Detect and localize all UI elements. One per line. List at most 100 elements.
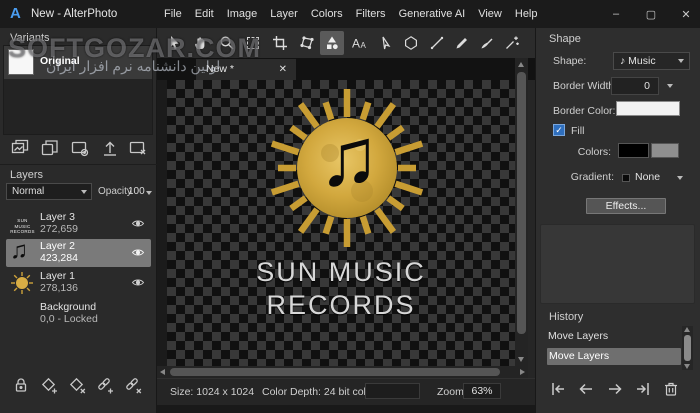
- variants-toolbar: [0, 136, 157, 160]
- horizontal-scrollbar[interactable]: [157, 366, 528, 378]
- border-width-input[interactable]: 0: [611, 77, 659, 95]
- tab-close-icon[interactable]: ✕: [279, 59, 287, 80]
- eye-icon[interactable]: [131, 277, 145, 288]
- delete-variant-icon[interactable]: [128, 138, 148, 158]
- menu-image[interactable]: Image: [226, 6, 259, 22]
- history-scrollbar[interactable]: [682, 326, 693, 370]
- opacity-value[interactable]: 100: [128, 186, 145, 197]
- lock-icon[interactable]: [12, 376, 32, 396]
- chevron-down-icon: [678, 59, 684, 63]
- secondary-color-swatch[interactable]: [651, 143, 679, 158]
- lasso-tool[interactable]: [295, 31, 319, 55]
- shape-select[interactable]: ♪ Music: [613, 52, 690, 70]
- hand-tool[interactable]: [188, 31, 212, 55]
- effects-button[interactable]: Effects...: [586, 198, 666, 214]
- tab-new[interactable]: New * ✕: [196, 59, 296, 80]
- layer-row-3[interactable]: SUN MUSICRECORDS Layer 3 272,659: [6, 210, 151, 238]
- status-color-depth: Color Depth: 24 bit color: [262, 386, 375, 398]
- history-item[interactable]: Move Layers: [548, 330, 608, 342]
- menu-generative-ai[interactable]: Generative AI: [398, 6, 467, 22]
- history-last-icon[interactable]: [634, 380, 654, 400]
- gradient-dropdown-icon[interactable]: [677, 176, 683, 180]
- close-button[interactable]: ✕: [680, 8, 692, 21]
- layer-name: Layer 3: [40, 211, 75, 223]
- scroll-down-icon[interactable]: [684, 364, 690, 369]
- shapes-tool[interactable]: [320, 31, 344, 55]
- unlink-layer-icon[interactable]: [124, 376, 144, 396]
- variant-settings-icon[interactable]: [70, 138, 90, 158]
- variant-thumbnail[interactable]: [8, 49, 34, 75]
- layer-name: Layer 1: [40, 270, 75, 282]
- menu-filters[interactable]: Filters: [355, 6, 387, 22]
- background-layer-row[interactable]: Background 0,0 - Locked: [6, 300, 151, 328]
- scroll-right-icon[interactable]: [520, 369, 525, 375]
- maximize-button[interactable]: ▢: [645, 8, 657, 21]
- zoom-value-box[interactable]: 63%: [463, 383, 501, 399]
- music-note-small-icon: ♪: [620, 55, 625, 67]
- chevron-down-icon: [81, 190, 87, 194]
- scroll-up-icon[interactable]: [684, 327, 690, 332]
- history-navigation: [536, 378, 700, 402]
- menu-file[interactable]: File: [163, 6, 183, 22]
- text-tool[interactable]: AA: [347, 31, 371, 55]
- zoom-tool[interactable]: [215, 31, 239, 55]
- export-variant-icon[interactable]: [100, 138, 120, 158]
- canvas[interactable]: ♫ SUN MUSIC RECORDS: [167, 80, 515, 366]
- layer-row-1[interactable]: Layer 1 278,136: [6, 269, 151, 297]
- minimize-button[interactable]: –: [610, 8, 622, 20]
- tab-label: New *: [206, 63, 234, 75]
- history-header: History: [549, 311, 583, 323]
- eye-icon[interactable]: [131, 247, 145, 258]
- layer-value: 272,659: [40, 223, 78, 235]
- blend-mode-select[interactable]: Normal: [6, 183, 92, 200]
- opacity-dropdown-icon[interactable]: [146, 191, 152, 195]
- border-width-dropdown-icon[interactable]: [667, 84, 673, 88]
- magic-wand-tool[interactable]: [500, 31, 524, 55]
- scroll-up-icon[interactable]: [518, 62, 524, 67]
- menu-layer[interactable]: Layer: [269, 6, 299, 22]
- marquee-select-tool[interactable]: [241, 31, 265, 55]
- brush-tool[interactable]: [475, 31, 499, 55]
- layer-row-2-selected[interactable]: ♫ Layer 2 423,284: [6, 239, 151, 267]
- menu-view[interactable]: View: [477, 6, 503, 22]
- crop-tool[interactable]: [268, 31, 292, 55]
- menu-help[interactable]: Help: [514, 6, 539, 22]
- variants-list[interactable]: Original: [3, 45, 153, 135]
- border-color-swatch[interactable]: [616, 101, 680, 116]
- history-forward-icon[interactable]: [606, 380, 626, 400]
- history-back-icon[interactable]: [577, 380, 597, 400]
- pencil-tool[interactable]: [450, 31, 474, 55]
- history-first-icon[interactable]: [549, 380, 569, 400]
- gradient-select-value[interactable]: None: [635, 171, 660, 183]
- node-select-tool[interactable]: [374, 31, 398, 55]
- duplicate-variant-icon[interactable]: [40, 138, 60, 158]
- scroll-down-icon[interactable]: [518, 357, 524, 362]
- add-layer-icon[interactable]: [40, 376, 60, 396]
- line-tool[interactable]: [425, 31, 449, 55]
- vertical-scrollbar[interactable]: [515, 58, 528, 366]
- menu-edit[interactable]: Edit: [194, 6, 215, 22]
- primary-color-swatch[interactable]: [618, 143, 649, 158]
- vertical-scroll-thumb[interactable]: [517, 72, 526, 334]
- menu-colors[interactable]: Colors: [310, 6, 344, 22]
- eye-icon[interactable]: [131, 218, 145, 229]
- select-tool[interactable]: [163, 31, 187, 55]
- music-note-icon: ♫: [297, 106, 401, 210]
- variant-row-original[interactable]: Original: [4, 46, 152, 79]
- scroll-left-icon[interactable]: [160, 369, 165, 375]
- polygon-tool[interactable]: [399, 31, 423, 55]
- layer-status: 0,0 - Locked: [40, 313, 98, 325]
- horizontal-scroll-thumb[interactable]: [170, 368, 500, 376]
- trash-icon[interactable]: [662, 380, 682, 400]
- link-layer-icon[interactable]: [96, 376, 116, 396]
- new-variant-icon[interactable]: [10, 138, 30, 158]
- fill-checkbox[interactable]: ✓: [553, 124, 565, 136]
- history-item-selected[interactable]: Move Layers: [547, 348, 681, 365]
- delete-layer-icon[interactable]: [68, 376, 88, 396]
- window-controls: – ▢ ✕: [610, 0, 692, 28]
- history-scroll-thumb[interactable]: [684, 335, 691, 361]
- status-empty-field[interactable]: [365, 383, 420, 399]
- document-tab-bar: New * ✕: [157, 58, 535, 80]
- app-logo-icon: A: [10, 6, 21, 22]
- shape-label: Shape:: [553, 55, 586, 67]
